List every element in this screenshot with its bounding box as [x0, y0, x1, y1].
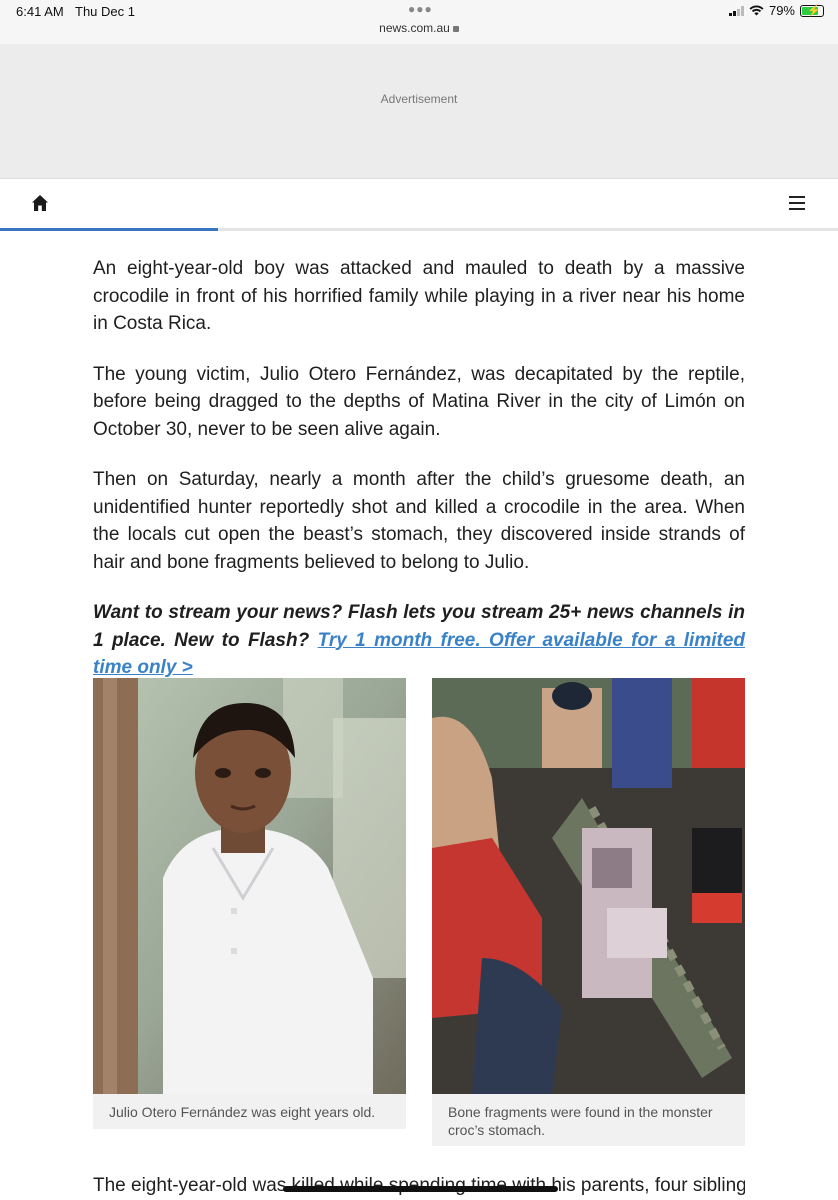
address-bar[interactable]: news.com.au: [0, 21, 838, 35]
reading-progress-bar: [0, 228, 218, 231]
status-date: Thu Dec 1: [75, 4, 135, 19]
home-icon[interactable]: [30, 193, 50, 213]
hamburger-menu-icon[interactable]: [789, 196, 805, 210]
article-paragraph: The young victim, Julio Otero Fernández,…: [93, 363, 745, 440]
multitasking-dots-icon[interactable]: ●●●: [408, 2, 433, 16]
image-caption: Bone fragments were found in the monster…: [432, 1094, 745, 1146]
status-bar: 6:41 AM Thu Dec 1 ●●● news.com.au 79% ⚡: [0, 0, 838, 44]
status-time: 6:41 AM: [16, 4, 64, 19]
advertisement-label: Advertisement: [380, 92, 458, 106]
article-body: An eight-year-old boy was attacked and m…: [93, 255, 745, 705]
figure-crocodile: Bone fragments were found in the monster…: [432, 678, 745, 1146]
battery-charging-icon: ⚡: [800, 4, 824, 17]
cellular-signal-icon: [728, 5, 744, 16]
figure-victim: Julio Otero Fernández was eight years ol…: [93, 678, 406, 1129]
crocodile-photo[interactable]: [432, 678, 745, 1094]
site-nav: [0, 179, 838, 231]
victim-photo[interactable]: [93, 678, 406, 1094]
lock-icon: [452, 26, 459, 32]
battery-percent: 79%: [768, 3, 795, 18]
url-text: news.com.au: [379, 21, 450, 35]
flash-promo: Want to stream your news? Flash lets you…: [93, 599, 745, 682]
article-paragraph: An eight-year-old boy was attacked and m…: [93, 258, 745, 334]
status-indicators: 79% ⚡: [728, 3, 824, 18]
home-indicator[interactable]: [283, 1186, 558, 1192]
article-paragraph: Then on Saturday, nearly a month after t…: [93, 469, 745, 573]
image-caption: Julio Otero Fernández was eight years ol…: [93, 1094, 406, 1129]
advertisement-banner[interactable]: Advertisement: [0, 44, 838, 179]
wifi-icon: [749, 5, 764, 16]
